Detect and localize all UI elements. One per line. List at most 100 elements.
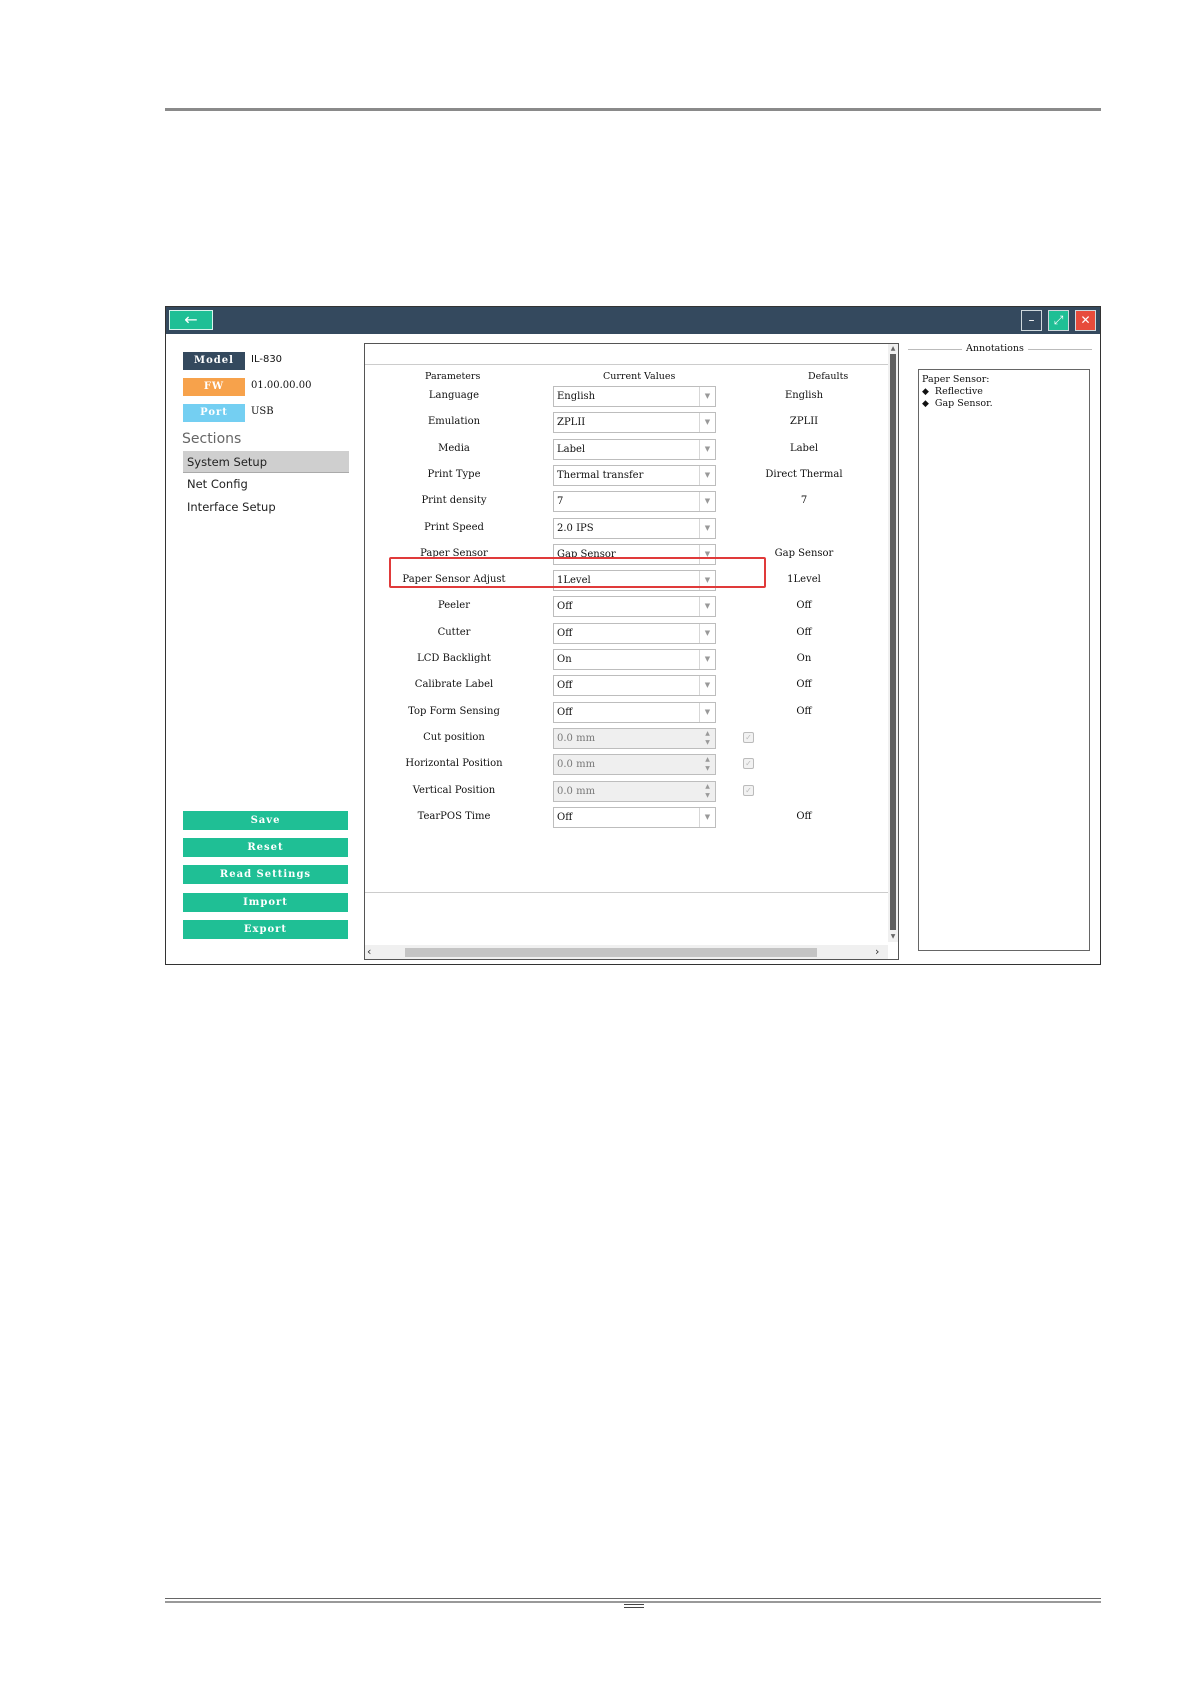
maximize-button[interactable]: ⤢: [1048, 310, 1069, 331]
param-checkbox[interactable]: ✓: [743, 731, 754, 743]
param-label: Calibrate Label: [414, 679, 494, 691]
param-value: Off: [557, 601, 573, 613]
param-dropdown[interactable]: Label ▼: [553, 438, 716, 460]
param-value: Label: [557, 443, 586, 455]
param-value: 0.0 mm: [557, 759, 596, 771]
table-row: Emulation ZPLII ▼ ZPLII: [365, 410, 888, 436]
header-parameters: Parameters: [425, 371, 481, 382]
port-value: USB: [251, 406, 274, 417]
table-row: Vertical Position 0.0 mm ▲ ▼ ✓: [365, 779, 888, 805]
sections-title: Sections: [182, 431, 242, 447]
param-dropdown[interactable]: Off ▼: [553, 675, 716, 697]
chevron-down-icon[interactable]: ▼: [699, 650, 715, 669]
param-dropdown[interactable]: English ▼: [553, 386, 716, 407]
scroll-up-icon[interactable]: ▲: [888, 344, 898, 354]
vertical-scrollbar[interactable]: ▲ ▼: [888, 344, 898, 942]
scroll-down-icon[interactable]: ▼: [888, 932, 898, 942]
spinner-arrows-icon[interactable]: ▲ ▼: [700, 729, 715, 748]
back-button[interactable]: ←: [169, 310, 213, 330]
chevron-down-icon[interactable]: ▼: [699, 439, 715, 459]
read-settings-button[interactable]: Read Settings: [183, 865, 348, 884]
param-default: On: [796, 653, 812, 664]
chevron-down-icon[interactable]: ▼: [699, 702, 715, 722]
import-button[interactable]: Import: [183, 893, 348, 912]
chevron-down-icon[interactable]: ▼: [699, 676, 715, 696]
annotation-heading: Paper Sensor:: [922, 374, 990, 385]
param-value: ZPLII: [557, 417, 586, 429]
param-spinner[interactable]: 0.0 mm ▲ ▼: [553, 780, 716, 802]
chevron-down-icon[interactable]: ▼: [699, 518, 715, 538]
param-default: Direct Thermal: [765, 468, 843, 480]
section-system-setup[interactable]: System Setup: [183, 451, 349, 473]
app-window: ← – ⤢ ✕ Model IL-830 FW 01.00.00.00 Port…: [165, 306, 1101, 965]
scroll-left-icon[interactable]: ‹: [367, 945, 377, 959]
vertical-scroll-thumb[interactable]: [890, 354, 896, 930]
arrow-left-icon: ←: [184, 310, 198, 329]
chevron-down-icon[interactable]: ▼: [699, 597, 715, 617]
annotations-box: Paper Sensor: ◆ Reflective ◆ Gap Sensor.: [918, 369, 1090, 951]
spinner-arrows-icon[interactable]: ▲ ▼: [700, 782, 715, 801]
param-value: 2.0 IPS: [557, 522, 594, 534]
annotation-item-text: Gap Sensor.: [934, 398, 993, 409]
horizontal-scroll-thumb[interactable]: [405, 948, 817, 957]
param-dropdown[interactable]: On ▼: [553, 649, 716, 670]
horizontal-scrollbar[interactable]: ‹ ›: [365, 945, 888, 959]
header-defaults: Defaults: [808, 371, 849, 382]
chevron-down-icon[interactable]: ▼: [699, 807, 715, 827]
param-checkbox[interactable]: ✓: [743, 758, 754, 770]
save-button[interactable]: Save: [183, 811, 348, 830]
param-dropdown[interactable]: Off ▼: [553, 622, 716, 644]
param-label: Print density: [421, 495, 487, 507]
param-dropdown[interactable]: 2.0 IPS ▼: [553, 517, 716, 539]
paper-sensor-highlight: [389, 557, 766, 588]
param-value: Off: [557, 811, 573, 823]
annotations-panel: Annotations Paper Sensor: ◆ Reflective ◆ G…: [908, 343, 1092, 960]
close-icon: ✕: [1080, 313, 1091, 327]
param-dropdown[interactable]: 7 ▼: [553, 491, 716, 513]
chevron-down-icon[interactable]: ▼: [699, 387, 715, 406]
minimize-button[interactable]: –: [1021, 310, 1042, 331]
param-value: 0.0 mm: [557, 732, 596, 744]
section-net-config[interactable]: Net Config: [183, 473, 349, 495]
chevron-down-icon[interactable]: ▼: [699, 623, 715, 643]
param-default: Off: [796, 705, 812, 717]
param-checkbox[interactable]: ✓: [743, 784, 754, 796]
chevron-down-icon[interactable]: ▼: [699, 413, 715, 433]
param-value: On: [557, 654, 572, 665]
scroll-right-icon[interactable]: ›: [875, 945, 885, 959]
chevron-down-icon[interactable]: ▼: [699, 492, 715, 512]
reset-button[interactable]: Reset: [183, 838, 348, 857]
param-label: LCD Backlight: [417, 653, 491, 664]
close-button[interactable]: ✕: [1075, 310, 1096, 331]
fw-value: 01.00.00.00: [251, 380, 312, 391]
table-row: Print Speed 2.0 IPS ▼: [365, 516, 888, 542]
table-row: Cut position 0.0 mm ▲ ▼ ✓: [365, 726, 888, 752]
section-interface-setup[interactable]: Interface Setup: [183, 496, 349, 518]
param-value: English: [557, 391, 596, 402]
param-default: Off: [796, 679, 812, 691]
param-spinner[interactable]: 0.0 mm ▲ ▼: [553, 754, 716, 776]
panel-top-divider: [365, 364, 888, 365]
param-label: Cutter: [437, 626, 471, 638]
title-bar: ← – ⤢ ✕: [166, 307, 1100, 334]
table-row: Print Type Thermal transfer ▼ Direct Therma…: [365, 463, 888, 489]
param-dropdown[interactable]: Off ▼: [553, 596, 716, 618]
table-row: Print density 7 ▼ 7: [365, 489, 888, 515]
export-button[interactable]: Export: [183, 920, 348, 939]
page-top-rule: [165, 108, 1101, 111]
param-label: TearPOS Time: [417, 810, 491, 822]
annotations-title: Annotations: [962, 343, 1028, 354]
table-row: Top Form Sensing Off ▼ Off: [365, 700, 888, 726]
param-default: 7: [800, 495, 808, 507]
chevron-down-icon[interactable]: ▼: [699, 465, 715, 485]
param-dropdown[interactable]: Off ▼: [553, 806, 716, 828]
param-value: 0.0 mm: [557, 785, 596, 797]
spinner-arrows-icon[interactable]: ▲ ▼: [700, 755, 715, 774]
param-label: Top Form Sensing: [408, 705, 500, 717]
table-row: Cutter Off ▼ Off: [365, 621, 888, 647]
param-spinner[interactable]: 0.0 mm ▲ ▼: [553, 727, 716, 749]
param-dropdown[interactable]: Off ▼: [553, 701, 716, 723]
param-dropdown[interactable]: ZPLII ▼: [553, 412, 716, 434]
model-badge: Model: [183, 352, 245, 370]
param-dropdown[interactable]: Thermal transfer ▼: [553, 464, 716, 486]
